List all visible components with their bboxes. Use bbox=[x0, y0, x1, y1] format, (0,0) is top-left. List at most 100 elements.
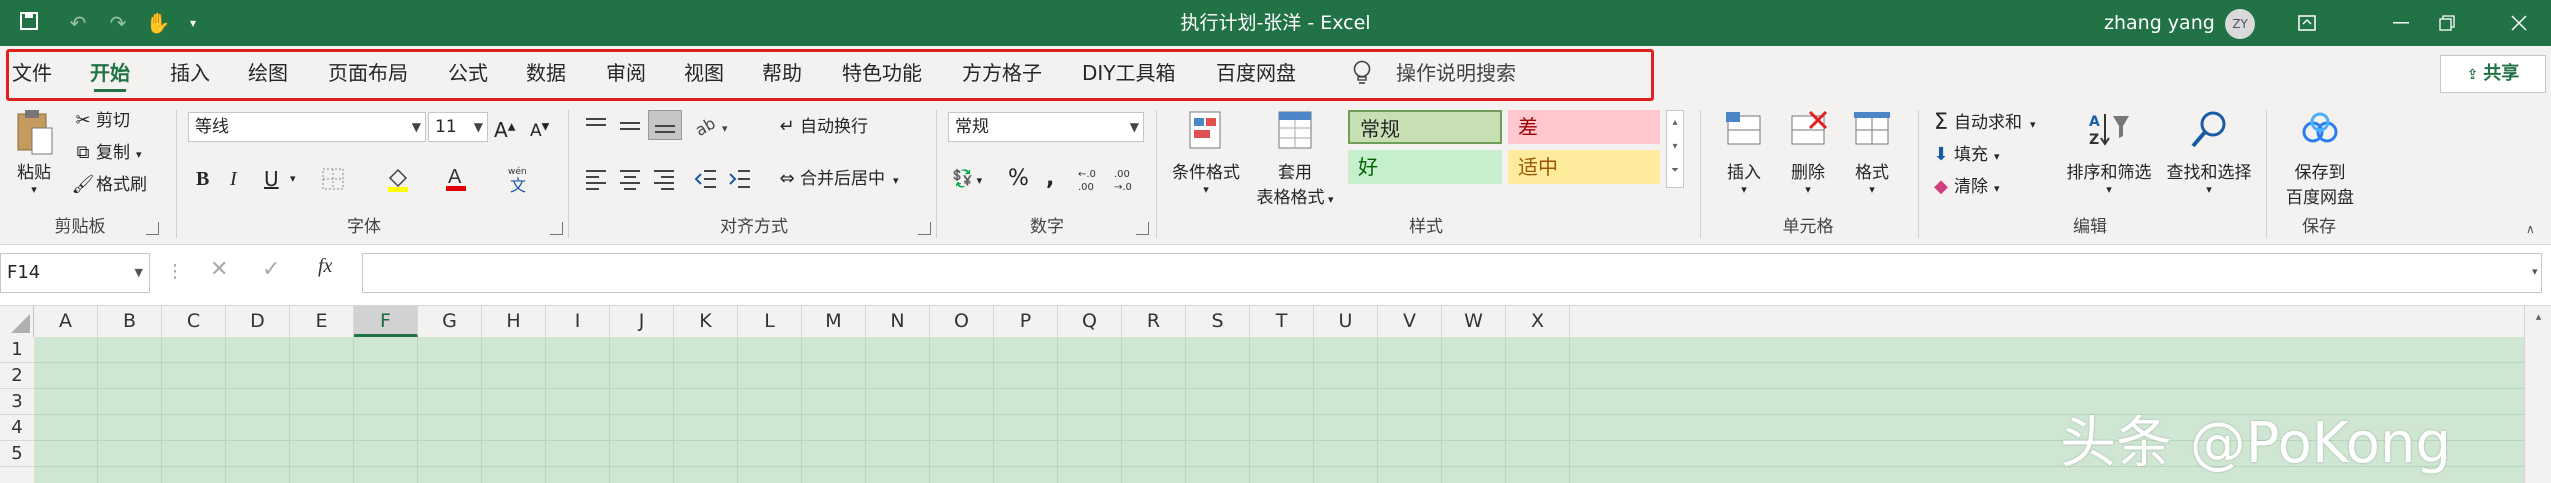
column-header[interactable]: U bbox=[1314, 306, 1378, 337]
select-all-corner[interactable] bbox=[0, 306, 34, 337]
row-header[interactable]: 2 bbox=[0, 363, 34, 389]
accounting-format-button[interactable]: 💱 ▾ bbox=[952, 164, 982, 194]
column-header[interactable]: T bbox=[1250, 306, 1314, 337]
row-header[interactable]: 5 bbox=[0, 441, 34, 467]
styles-gallery-scroll[interactable]: ▴ ▾ ⏷ bbox=[1666, 110, 1684, 188]
insert-function-icon[interactable]: fx bbox=[318, 255, 332, 278]
decrease-font-button[interactable]: A▼ bbox=[530, 112, 549, 142]
tab-home[interactable]: 开始 bbox=[86, 46, 134, 102]
fill-button[interactable]: ⬇ 填充 ▾ bbox=[1928, 140, 1999, 170]
font-color-icon[interactable]: A bbox=[444, 164, 468, 196]
wrap-text-button[interactable]: ↵ 自动换行 bbox=[774, 112, 868, 142]
align-left-icon[interactable] bbox=[584, 168, 608, 194]
tab-draw[interactable]: 绘图 bbox=[244, 46, 292, 102]
restore-icon[interactable] bbox=[2424, 0, 2470, 46]
column-header[interactable]: B bbox=[98, 306, 162, 337]
column-header[interactable]: C bbox=[162, 306, 226, 337]
bold-button[interactable]: B bbox=[196, 164, 209, 194]
underline-button[interactable]: U bbox=[264, 164, 279, 194]
column-header[interactable]: N bbox=[866, 306, 930, 337]
tab-diy-toolbox[interactable]: DIY工具箱 bbox=[1078, 46, 1180, 102]
cancel-entry-icon[interactable]: ✕ bbox=[210, 257, 228, 282]
user-name[interactable]: zhang yang bbox=[2104, 0, 2215, 46]
align-right-icon[interactable] bbox=[652, 168, 676, 194]
autosum-button[interactable]: Σ 自动求和 ▾ bbox=[1928, 108, 2035, 138]
italic-button[interactable]: I bbox=[230, 164, 237, 194]
close-icon[interactable] bbox=[2496, 0, 2542, 46]
save-to-baidu-button[interactable]: 保存到 百度网盘 bbox=[2274, 108, 2366, 208]
phonetic-icon[interactable]: wén 文 bbox=[504, 164, 534, 198]
column-header[interactable]: J bbox=[610, 306, 674, 337]
font-name-combo[interactable]: 等线 ▼ bbox=[188, 112, 426, 142]
style-bad[interactable]: 差 bbox=[1508, 110, 1660, 144]
column-header[interactable]: I bbox=[546, 306, 610, 337]
tab-file[interactable]: 文件 bbox=[8, 46, 56, 102]
column-header[interactable]: G bbox=[418, 306, 482, 337]
column-header[interactable]: K bbox=[674, 306, 738, 337]
tab-view[interactable]: 视图 bbox=[680, 46, 728, 102]
collapse-ribbon-icon[interactable]: ∧ bbox=[2526, 222, 2535, 236]
borders-icon[interactable] bbox=[322, 168, 344, 194]
chevron-down-icon[interactable]: ▾ bbox=[290, 164, 296, 194]
style-neutral[interactable]: 适中 bbox=[1508, 150, 1660, 184]
expand-formula-icon[interactable]: ▾ bbox=[2532, 265, 2538, 278]
style-good[interactable]: 好 bbox=[1348, 150, 1502, 184]
column-header[interactable]: E bbox=[290, 306, 354, 337]
cut-button[interactable]: ✂ 剪切 bbox=[70, 106, 130, 136]
row-header[interactable]: 4 bbox=[0, 415, 34, 441]
column-header[interactable]: M bbox=[802, 306, 866, 337]
align-bottom-icon[interactable] bbox=[648, 110, 682, 140]
text-orientation-icon[interactable]: ab ▾ bbox=[692, 113, 734, 142]
format-as-table-button[interactable]: 套用 表格格式 ▾ bbox=[1248, 108, 1342, 208]
tab-baidu-pan[interactable]: 百度网盘 bbox=[1212, 46, 1300, 102]
tab-data[interactable]: 数据 bbox=[522, 46, 570, 102]
delete-cells-button[interactable]: 删除 ▾ bbox=[1776, 108, 1840, 196]
tab-help[interactable]: 帮助 bbox=[758, 46, 806, 102]
avatar[interactable]: ZY bbox=[2225, 9, 2255, 39]
clear-button[interactable]: ◆ 清除 ▾ bbox=[1928, 172, 1999, 202]
column-header[interactable]: O bbox=[930, 306, 994, 337]
sort-filter-button[interactable]: AZ 排序和筛选 ▾ bbox=[2060, 108, 2158, 196]
copy-button[interactable]: ⧉ 复制 ▾ bbox=[70, 138, 142, 168]
style-normal[interactable]: 常规 bbox=[1348, 110, 1502, 144]
paste-button[interactable]: 粘贴 ▾ bbox=[6, 108, 62, 196]
column-header[interactable]: S bbox=[1186, 306, 1250, 337]
tab-fangfang[interactable]: 方方格子 bbox=[958, 46, 1046, 102]
vertical-scrollbar[interactable]: ▴ bbox=[2524, 306, 2551, 483]
column-header[interactable]: P bbox=[994, 306, 1058, 337]
comma-style-icon[interactable]: , bbox=[1046, 164, 1054, 194]
column-header[interactable]: X bbox=[1506, 306, 1570, 337]
confirm-entry-icon[interactable]: ✓ bbox=[262, 257, 280, 282]
increase-indent-icon[interactable] bbox=[728, 168, 752, 194]
fill-color-icon[interactable] bbox=[386, 166, 410, 196]
column-header[interactable]: R bbox=[1122, 306, 1186, 337]
share-button[interactable]: ⇪ 共享 bbox=[2440, 55, 2546, 93]
column-header[interactable]: Q bbox=[1058, 306, 1122, 337]
clipboard-launcher-icon[interactable] bbox=[146, 222, 159, 235]
conditional-formatting-button[interactable]: 条件格式 ▾ bbox=[1164, 108, 1248, 196]
column-header[interactable]: L bbox=[738, 306, 802, 337]
align-top-icon[interactable] bbox=[584, 116, 608, 140]
column-header[interactable]: D bbox=[226, 306, 290, 337]
tab-insert[interactable]: 插入 bbox=[166, 46, 214, 102]
insert-cells-button[interactable]: 插入 ▾ bbox=[1712, 108, 1776, 196]
font-launcher-icon[interactable] bbox=[550, 222, 563, 235]
percent-style-icon[interactable]: % bbox=[1008, 164, 1029, 194]
align-center-icon[interactable] bbox=[618, 168, 642, 194]
ribbon-display-options-icon[interactable] bbox=[2284, 0, 2330, 46]
font-size-combo[interactable]: 11 ▼ bbox=[428, 112, 488, 142]
row-header[interactable]: 3 bbox=[0, 389, 34, 415]
decrease-decimal-icon[interactable]: .00 →.0 bbox=[1114, 166, 1144, 196]
tab-page-layout[interactable]: 页面布局 bbox=[324, 46, 412, 102]
find-select-button[interactable]: 查找和选择 ▾ bbox=[2160, 108, 2258, 196]
column-header[interactable]: H bbox=[482, 306, 546, 337]
column-header[interactable]: V bbox=[1378, 306, 1442, 337]
column-header[interactable]: W bbox=[1442, 306, 1506, 337]
tab-formulas[interactable]: 公式 bbox=[444, 46, 492, 102]
merge-center-button[interactable]: ⇔ 合并后居中 ▾ bbox=[774, 164, 898, 194]
minimize-icon[interactable] bbox=[2378, 0, 2424, 46]
decrease-indent-icon[interactable] bbox=[694, 168, 718, 194]
align-middle-icon[interactable] bbox=[618, 116, 642, 140]
tell-me-search[interactable]: 操作说明搜索 bbox=[1392, 46, 1520, 102]
column-header[interactable]: F bbox=[354, 306, 418, 337]
